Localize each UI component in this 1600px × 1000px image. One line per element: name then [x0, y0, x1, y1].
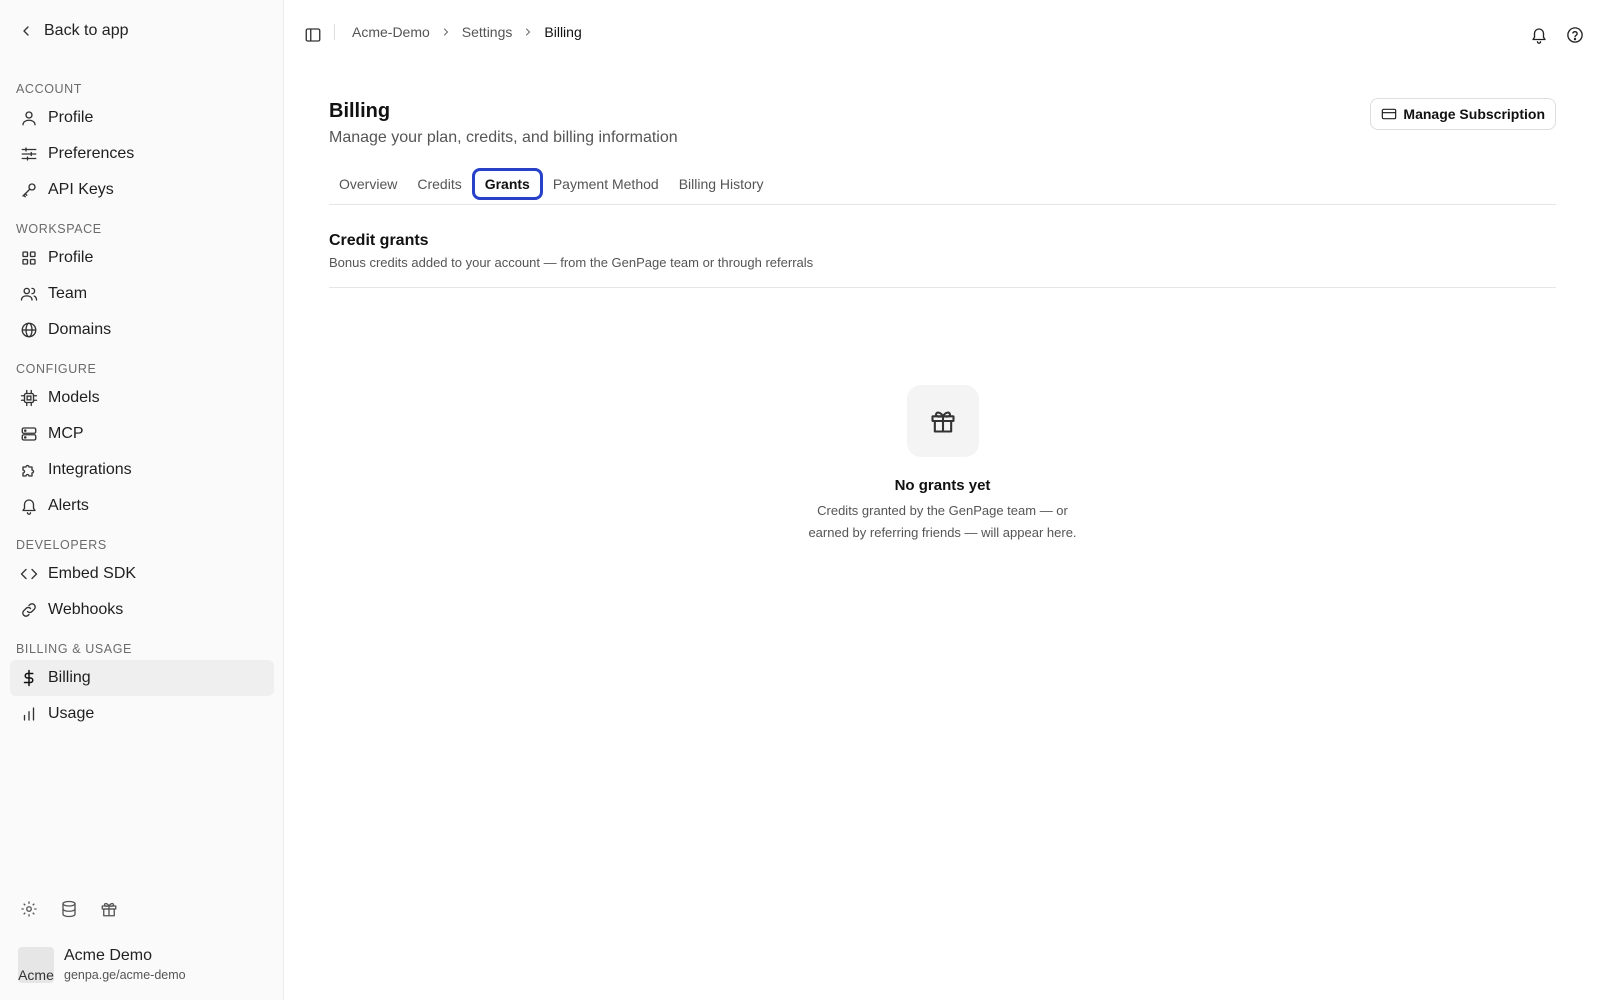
credit-card-icon: [1382, 108, 1397, 120]
settings-icon[interactable]: [20, 900, 38, 923]
cpu-icon: [20, 389, 38, 407]
credit-grants-section: Credit grants Bonus credits added to you…: [329, 232, 1556, 270]
account-url: genpa.ge/acme-demo: [64, 968, 186, 982]
code-icon: [20, 568, 38, 580]
link-icon: [22, 603, 36, 617]
bell-icon: [22, 499, 36, 515]
account-name: Acme Demo: [64, 947, 153, 964]
billing-tabs: Overview Credits Grants Payment Method B…: [329, 167, 1556, 205]
sliders-icon: [21, 147, 37, 161]
empty-state: No grants yet Credits granted by the Gen…: [329, 385, 1556, 544]
account-switcher[interactable]: Acme Acme Demo genpa.ge/acme-demo: [18, 946, 186, 984]
chevron-left-icon: [23, 26, 29, 36]
sidebar-item-label: Team: [48, 285, 88, 302]
sidebar-item-preferences[interactable]: Preferences: [10, 136, 274, 172]
tab-credits[interactable]: Credits: [407, 170, 471, 198]
sidebar-item-domains[interactable]: Domains: [10, 312, 274, 348]
empty-state-description: Credits granted by the GenPage team — or…: [793, 500, 1093, 544]
sidebar-item-label: Preferences: [48, 145, 135, 162]
grid-icon: [22, 251, 36, 265]
gift-icon[interactable]: [100, 900, 118, 923]
nav-section-billing-usage: BILLING & USAGE: [16, 642, 132, 656]
nav-section-workspace: WORKSPACE: [16, 222, 102, 236]
key-icon: [22, 183, 36, 198]
tab-billing-history[interactable]: Billing History: [669, 170, 774, 198]
sidebar-item-usage[interactable]: Usage: [10, 696, 274, 732]
sidebar-item-label: Profile: [48, 109, 94, 126]
sidebar-item-label: Domains: [48, 321, 112, 338]
sidebar-item-label: Alerts: [48, 497, 89, 514]
sidebar-toggle-button[interactable]: [304, 26, 322, 44]
sidebar-footer-icons: [20, 900, 118, 923]
manage-subscription-button[interactable]: Manage Subscription: [1370, 98, 1556, 130]
sidebar: Back to app ACCOUNT Profile Preferences …: [0, 0, 284, 1000]
server-icon: [21, 427, 37, 441]
user-icon: [22, 111, 36, 126]
chevron-right-icon: [440, 26, 452, 38]
sidebar-item-embed-sdk[interactable]: Embed SDK: [10, 556, 274, 592]
sidebar-item-label: API Keys: [48, 181, 114, 198]
bell-icon[interactable]: [1530, 26, 1548, 44]
sidebar-item-billing[interactable]: Billing: [10, 660, 274, 696]
avatar: Acme: [18, 947, 54, 983]
help-icon[interactable]: [1566, 26, 1584, 44]
settings-nav: ACCOUNT Profile Preferences API Keys WOR…: [0, 78, 284, 732]
chevron-right-icon: [522, 26, 534, 38]
bar-chart-icon: [23, 707, 35, 721]
sidebar-toggle-icon: [305, 28, 321, 42]
sidebar-item-api-keys[interactable]: API Keys: [10, 172, 274, 208]
breadcrumb-item-workspace[interactable]: Acme-Demo: [352, 24, 430, 40]
sidebar-item-webhooks[interactable]: Webhooks: [10, 592, 274, 628]
top-bar: Acme-Demo Settings Billing: [284, 0, 1600, 70]
breadcrumb-item-current: Billing: [544, 24, 582, 40]
empty-state-icon-box: [906, 385, 979, 457]
breadcrumb: Acme-Demo Settings Billing: [352, 24, 582, 40]
back-to-app-label: Back to app: [44, 22, 129, 39]
header-actions: [1530, 26, 1584, 44]
sidebar-item-label: Embed SDK: [48, 565, 137, 582]
empty-state-line-1: Credits granted by the GenPage team — or: [817, 503, 1068, 518]
database-icon[interactable]: [60, 900, 78, 923]
tab-payment-method[interactable]: Payment Method: [543, 170, 669, 198]
sidebar-item-models[interactable]: Models: [10, 380, 274, 416]
empty-state-title: No grants yet: [894, 477, 991, 494]
sidebar-item-label: Integrations: [48, 461, 132, 478]
sidebar-item-team[interactable]: Team: [10, 276, 274, 312]
empty-state-line-2: earned by referring friends — will appea…: [808, 525, 1077, 540]
sidebar-item-label: Usage: [48, 705, 95, 722]
back-to-app-link[interactable]: Back to app: [18, 22, 129, 40]
page-subtitle: Manage your plan, credits, and billing i…: [329, 129, 678, 146]
sidebar-item-label: Models: [48, 389, 100, 406]
breadcrumb-item-settings[interactable]: Settings: [462, 24, 513, 40]
tab-grants[interactable]: Grants: [471, 167, 543, 200]
nav-section-configure: CONFIGURE: [16, 362, 97, 376]
nav-section-developers: DEVELOPERS: [16, 538, 107, 552]
sidebar-item-label: Profile: [48, 249, 94, 266]
main-content: Billing Manage your plan, credits, and b…: [329, 95, 1556, 540]
section-title: Credit grants: [329, 232, 429, 249]
divider: [329, 287, 1556, 288]
globe-icon: [21, 322, 37, 338]
tab-overview[interactable]: Overview: [329, 170, 407, 198]
sidebar-item-account-profile[interactable]: Profile: [10, 100, 274, 136]
sidebar-item-workspace-profile[interactable]: Profile: [10, 240, 274, 276]
sidebar-item-label: MCP: [48, 425, 84, 442]
nav-section-account: ACCOUNT: [16, 82, 83, 96]
manage-subscription-label: Manage Subscription: [1403, 106, 1545, 122]
sidebar-item-alerts[interactable]: Alerts: [10, 488, 274, 524]
section-description: Bonus credits added to your account — fr…: [329, 255, 814, 270]
gift-icon: [930, 411, 955, 433]
users-icon: [20, 287, 38, 301]
divider: [334, 24, 335, 40]
puzzle-icon: [22, 464, 35, 477]
dollar-icon: [23, 669, 34, 687]
sidebar-item-integrations[interactable]: Integrations: [10, 452, 274, 488]
sidebar-item-mcp[interactable]: MCP: [10, 416, 274, 452]
sidebar-item-label: Webhooks: [48, 601, 124, 618]
sidebar-item-label: Billing: [48, 669, 91, 686]
